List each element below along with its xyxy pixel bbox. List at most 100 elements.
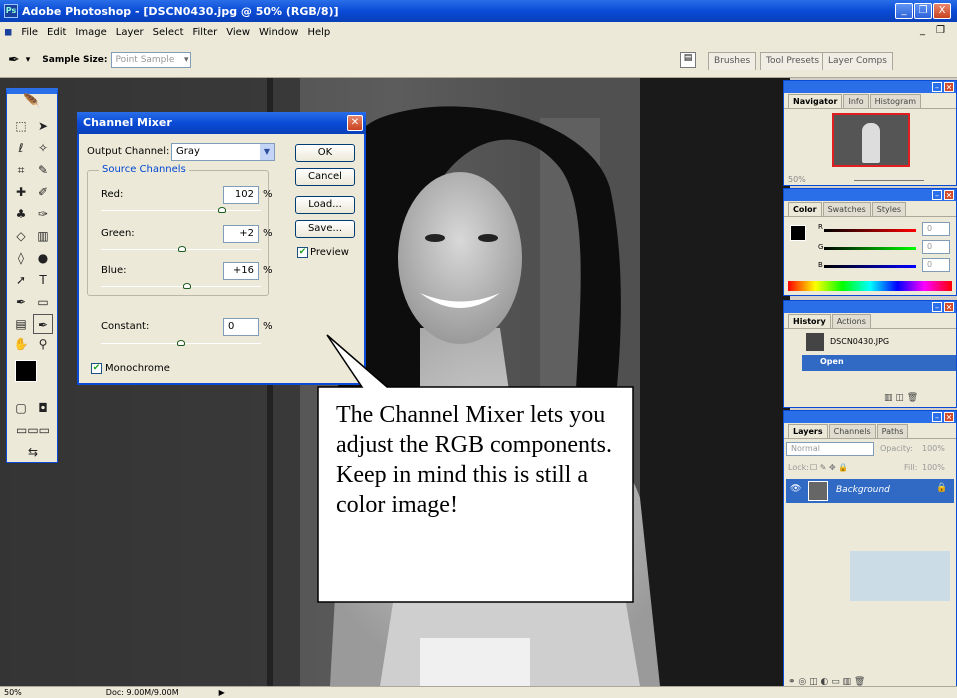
menu-filter[interactable]: Filter <box>193 27 218 38</box>
shape-tool-icon[interactable]: ▭ <box>33 292 53 312</box>
menu-layer[interactable]: Layer <box>116 27 144 38</box>
tab-actions[interactable]: Actions <box>831 314 871 328</box>
jump-to-imageready-icon[interactable]: ⇆ <box>11 442 55 462</box>
foreground-color-swatch[interactable] <box>15 360 37 382</box>
constant-slider-thumb[interactable] <box>177 340 185 346</box>
blue-slider-track[interactable] <box>101 286 261 287</box>
status-arrow-icon[interactable]: ▶ <box>219 688 225 697</box>
green-input[interactable]: +2 <box>223 225 259 243</box>
dodge-tool-icon[interactable]: ● <box>33 248 53 268</box>
navigator-zoom[interactable]: 50% <box>788 175 806 184</box>
history-footer-icons[interactable]: ▥ ◫ 🗑 <box>884 393 918 403</box>
type-tool-icon[interactable]: T <box>33 270 53 290</box>
tab-navigator[interactable]: Navigator <box>788 94 843 108</box>
eyedropper-tool-icon[interactable]: ✒ <box>33 314 53 334</box>
menu-help[interactable]: Help <box>307 27 330 38</box>
red-input[interactable]: 102 <box>223 186 259 204</box>
hand-tool-icon[interactable]: ✋ <box>11 334 31 354</box>
close-button[interactable]: X <box>933 3 951 19</box>
crop-tool-icon[interactable]: ⌗ <box>11 160 31 180</box>
blend-mode-select[interactable]: Normal <box>786 442 874 456</box>
opacity-value[interactable]: 100% <box>922 444 945 453</box>
status-zoom[interactable]: 50% <box>4 688 22 697</box>
tab-histogram[interactable]: Histogram <box>869 94 922 108</box>
snapshot-name[interactable]: DSCN0430.JPG <box>830 337 889 346</box>
zoom-tool-icon[interactable]: ⚲ <box>33 334 53 354</box>
blue-input[interactable]: +16 <box>223 262 259 280</box>
tab-channels[interactable]: Channels <box>828 424 876 438</box>
well-tab-layer-comps[interactable]: Layer Comps <box>822 52 893 70</box>
menu-window[interactable]: Window <box>259 27 298 38</box>
tab-paths[interactable]: Paths <box>876 424 909 438</box>
well-tab-brushes[interactable]: Brushes <box>708 52 757 70</box>
menu-file[interactable]: File <box>21 27 38 38</box>
menu-image[interactable]: Image <box>75 27 106 38</box>
r-input[interactable]: 0 <box>922 222 950 236</box>
layer-row-background[interactable]: 👁 Background 🔒 <box>786 479 954 503</box>
brush-tool-icon[interactable]: ✐ <box>33 182 53 202</box>
maximize-button[interactable]: ❐ <box>914 3 932 19</box>
red-slider-thumb[interactable] <box>217 207 226 213</box>
panel-minimize-icon[interactable]: – <box>932 190 942 200</box>
preview-checkbox[interactable]: ✔ <box>297 247 308 258</box>
r-slider[interactable] <box>824 229 916 232</box>
history-brush-icon[interactable]: ✑ <box>33 204 53 224</box>
panel-minimize-icon[interactable]: – <box>932 82 942 92</box>
panel-minimize-icon[interactable]: – <box>932 302 942 312</box>
panel-close-icon[interactable]: ✕ <box>944 302 954 312</box>
quick-mask-icon[interactable]: ◘ <box>33 398 53 418</box>
green-slider-thumb[interactable] <box>177 246 186 252</box>
tab-swatches[interactable]: Swatches <box>822 202 871 216</box>
dialog-close-icon[interactable]: ✕ <box>347 115 363 131</box>
marquee-tool-icon[interactable]: ⬚ <box>11 116 31 136</box>
blue-slider-thumb[interactable] <box>183 283 192 289</box>
tab-color[interactable]: Color <box>788 202 822 216</box>
b-input[interactable]: 0 <box>922 258 950 272</box>
navigator-zoom-slider[interactable] <box>854 180 924 181</box>
save-button[interactable]: Save... <box>295 220 355 238</box>
blur-tool-icon[interactable]: ◊ <box>11 248 31 268</box>
pen-tool-icon[interactable]: ✒ <box>11 292 31 312</box>
monochrome-checkbox[interactable]: ✔ <box>91 363 102 374</box>
healing-brush-icon[interactable]: ✚ <box>11 182 31 202</box>
sample-size-select[interactable]: Point Sample ▾ <box>111 51 192 68</box>
menu-view[interactable]: View <box>226 27 250 38</box>
lock-icons[interactable]: ☐ ✎ ✥ 🔒 <box>810 463 848 472</box>
screen-mode-icon[interactable]: ▭▭▭ <box>11 420 55 440</box>
fill-value[interactable]: 100% <box>922 463 945 472</box>
constant-input[interactable]: 0 <box>223 318 259 336</box>
doc-restore-button[interactable]: ❐ <box>936 25 945 36</box>
color-foreground-swatch[interactable] <box>790 225 806 241</box>
tab-info[interactable]: Info <box>843 94 869 108</box>
magic-wand-icon[interactable]: ✧ <box>33 138 53 158</box>
lasso-tool-icon[interactable]: ℓ <box>11 138 31 158</box>
minimize-button[interactable]: _ <box>895 3 913 19</box>
tab-history[interactable]: History <box>788 314 831 328</box>
panel-close-icon[interactable]: ✕ <box>944 190 954 200</box>
history-step-open[interactable]: Open <box>802 355 956 371</box>
g-input[interactable]: 0 <box>922 240 950 254</box>
eyedropper-icon[interactable]: ✒ <box>8 52 20 68</box>
path-selection-icon[interactable]: ➚ <box>11 270 31 290</box>
tool-preset-picker[interactable]: ▾ <box>26 55 31 65</box>
palette-well-icon[interactable]: ▤ <box>680 52 696 68</box>
red-slider-track[interactable] <box>101 210 261 211</box>
panel-close-icon[interactable]: ✕ <box>944 82 954 92</box>
panel-close-icon[interactable]: ✕ <box>944 412 954 422</box>
move-tool-icon[interactable]: ➤ <box>33 116 53 136</box>
output-channel-select[interactable]: Gray ▼ <box>171 143 275 161</box>
g-slider[interactable] <box>824 247 916 250</box>
standard-mode-icon[interactable]: ▢ <box>11 398 31 418</box>
tab-layers[interactable]: Layers <box>788 424 828 438</box>
menu-edit[interactable]: Edit <box>47 27 66 38</box>
eye-icon[interactable]: 👁 <box>790 484 801 494</box>
cancel-button[interactable]: Cancel <box>295 168 355 186</box>
load-button[interactable]: Load... <box>295 196 355 214</box>
doc-minimize-button[interactable]: _ <box>920 25 925 36</box>
clone-stamp-icon[interactable]: ♣ <box>11 204 31 224</box>
notes-tool-icon[interactable]: ▤ <box>11 314 31 334</box>
panel-minimize-icon[interactable]: – <box>932 412 942 422</box>
eraser-icon[interactable]: ◇ <box>11 226 31 246</box>
menu-select[interactable]: Select <box>153 27 184 38</box>
color-ramp[interactable] <box>788 281 952 291</box>
